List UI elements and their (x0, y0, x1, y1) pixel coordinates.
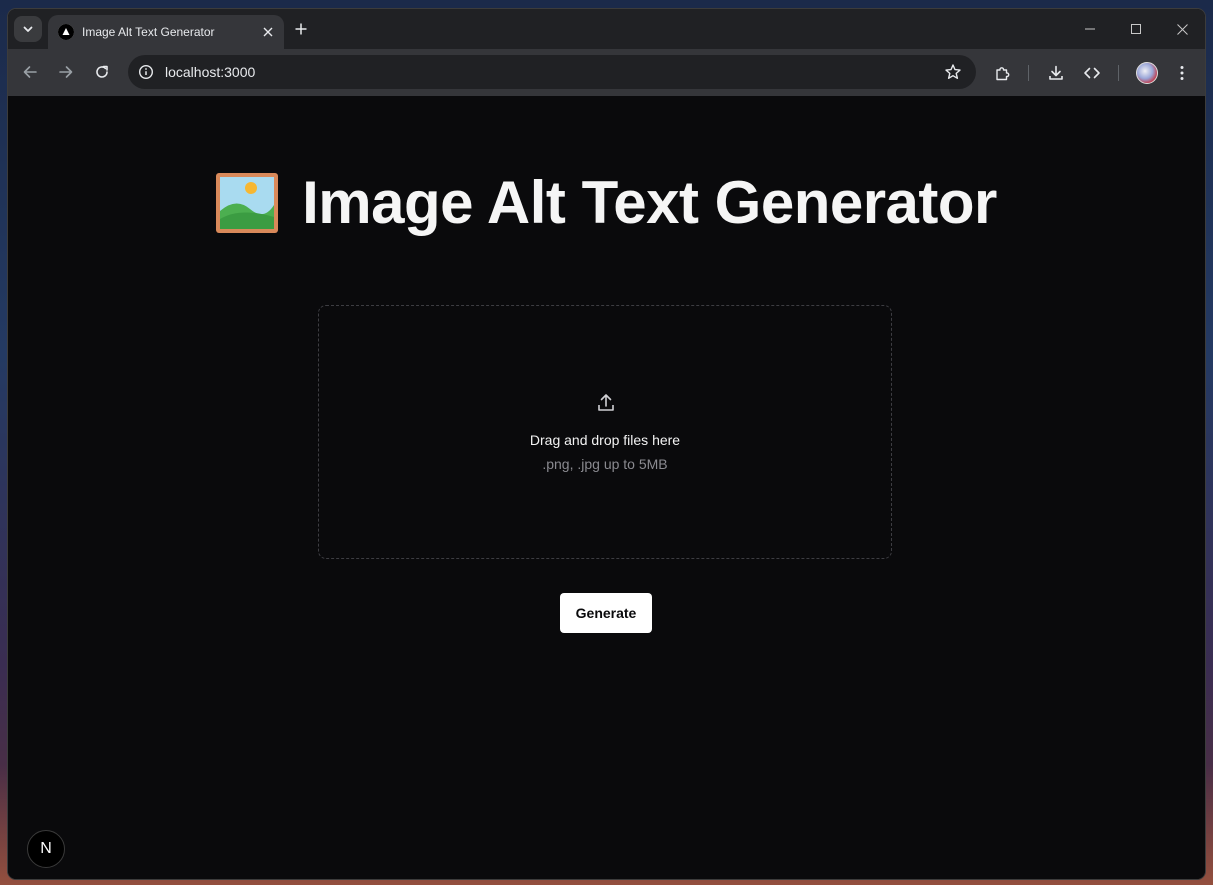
plus-icon (295, 23, 307, 35)
reload-icon (96, 65, 108, 78)
tab-title: Image Alt Text Generator (82, 25, 215, 39)
nextjs-dev-badge[interactable]: N (27, 830, 65, 868)
close-icon[interactable] (258, 22, 278, 42)
reload-button[interactable] (90, 60, 114, 84)
tab-strip: Image Alt Text Generator (8, 9, 1205, 49)
arrow-left-icon (23, 66, 37, 78)
nextjs-favicon-icon (58, 24, 74, 40)
generate-button[interactable]: Generate (560, 593, 652, 633)
arrow-right-icon (59, 66, 73, 78)
browser-toolbar: localhost:3000 (8, 49, 1205, 96)
toolbar-divider (1028, 65, 1029, 81)
address-bar[interactable]: localhost:3000 (128, 55, 976, 89)
profile-avatar[interactable] (1136, 62, 1158, 84)
code-icon[interactable] (1081, 62, 1103, 84)
browser-window: Image Alt Text Generator localhost:3000 … (8, 9, 1205, 879)
page-title: Image Alt Text Generator (302, 169, 997, 236)
toolbar-divider (1118, 65, 1119, 81)
chevron-down-icon (23, 26, 33, 32)
window-controls (1067, 9, 1205, 49)
forward-button[interactable] (54, 60, 78, 84)
puzzle-icon[interactable] (992, 62, 1014, 84)
framed-picture-icon (216, 172, 279, 233)
page-header: Image Alt Text Generator (8, 168, 1205, 237)
tab-search-button[interactable] (14, 16, 42, 42)
close-window-button[interactable] (1159, 9, 1205, 49)
upload-icon (598, 394, 614, 411)
new-tab-button[interactable] (290, 18, 312, 40)
maximize-icon (1131, 24, 1141, 34)
close-icon (1176, 23, 1188, 35)
info-icon[interactable] (137, 63, 155, 81)
maximize-button[interactable] (1113, 9, 1159, 49)
minimize-button[interactable] (1067, 9, 1113, 49)
minimize-icon (1085, 28, 1095, 30)
file-dropzone[interactable]: Drag and drop files here .png, .jpg up t… (318, 305, 892, 559)
dropzone-text: Drag and drop files here (529, 432, 681, 448)
kebab-menu-icon[interactable] (1171, 62, 1193, 84)
download-icon[interactable] (1045, 62, 1067, 84)
url-text: localhost:3000 (165, 64, 256, 80)
back-button[interactable] (18, 60, 42, 84)
page-content: Image Alt Text Generator Drag and drop f… (8, 96, 1205, 879)
tab-active[interactable]: Image Alt Text Generator (48, 15, 284, 49)
dropzone-subtext: .png, .jpg up to 5MB (542, 456, 668, 472)
star-icon[interactable] (944, 63, 962, 81)
